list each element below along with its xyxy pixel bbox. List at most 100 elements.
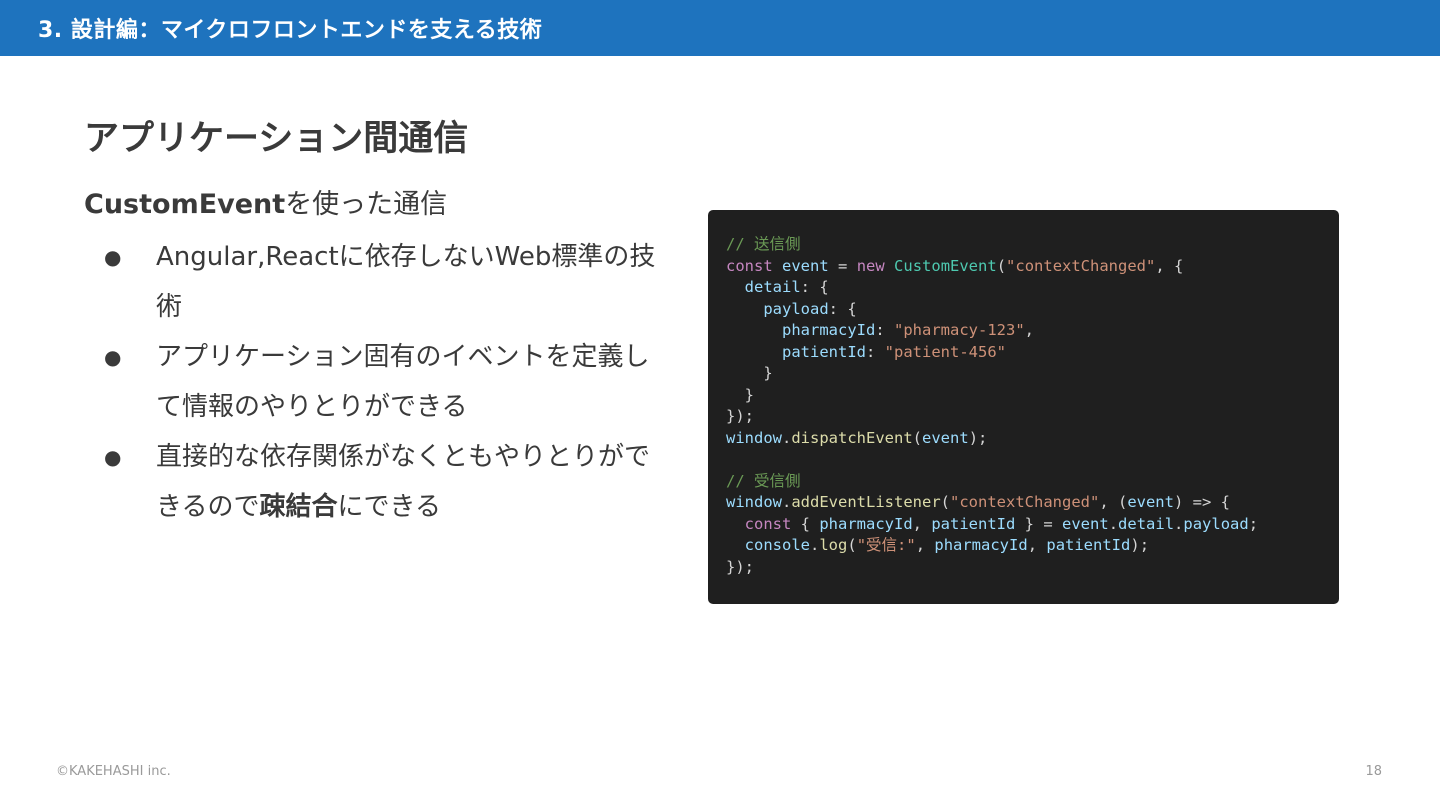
code-token: }); xyxy=(726,407,754,425)
code-token: } xyxy=(726,364,773,382)
bullet-dot: ● xyxy=(104,245,122,269)
code-token: patientId xyxy=(931,514,1016,533)
code-token: , xyxy=(1024,321,1034,339)
code-line: pharmacyId: "pharmacy-123", xyxy=(726,320,1321,342)
code-line: window.addEventListener("contextChanged"… xyxy=(726,492,1321,514)
code-line: } xyxy=(726,385,1321,407)
code-line: // 受信側 xyxy=(726,471,1321,493)
code-token: addEventListener xyxy=(791,493,941,511)
code-token: ( xyxy=(847,536,857,554)
code-token: event xyxy=(1062,514,1109,533)
code-token: detail xyxy=(744,278,801,296)
bullet-text-post: にできる xyxy=(337,492,441,522)
code-line: ​ xyxy=(726,449,1321,471)
code-token: , ( xyxy=(1099,493,1128,511)
code-token: . xyxy=(782,493,792,511)
code-token: event xyxy=(1127,493,1174,511)
code-token: . xyxy=(1108,514,1119,533)
code-token: payload xyxy=(1183,514,1249,533)
bullet-item: ● 直接的な依存関係がなくともやりとりができるので疎結合にできる xyxy=(104,432,674,532)
code-token: }); xyxy=(726,557,754,576)
footer-copyright: ©KAKEHASHI inc. xyxy=(56,764,171,779)
slide-title: アプリケーション間通信 xyxy=(84,119,469,159)
code-token: , { xyxy=(1155,256,1184,275)
code-token: dispatchEvent xyxy=(791,428,913,447)
code-token: ) => { xyxy=(1173,493,1230,511)
code-token: patientId xyxy=(782,342,866,361)
bullet-dot: ● xyxy=(104,345,122,369)
code-token: "pharmacy-123" xyxy=(894,321,1025,339)
bullet-text: Angular,Reactに依存しないWeb標準の技術 xyxy=(156,242,656,322)
code-token: log xyxy=(819,536,848,554)
code-token: ( xyxy=(940,493,950,511)
code-token: window xyxy=(726,493,782,511)
bullet-text-emphasis: 疎結合 xyxy=(259,492,338,522)
code-token: "受信:" xyxy=(856,536,916,554)
code-token: pharmacyId xyxy=(782,321,876,339)
code-token: window xyxy=(726,428,782,447)
code-token: patientId xyxy=(1046,536,1131,554)
code-line: }); xyxy=(726,406,1321,428)
header-bar: 3. 設計編：マイクロフロントエンドを支える技術 xyxy=(0,0,1440,56)
code-token: . xyxy=(1174,514,1184,533)
code-line: payload: { xyxy=(726,299,1321,321)
code-token: detail xyxy=(1118,514,1175,533)
code-token: // 送信側 xyxy=(726,235,801,253)
code-token: pharmacyId xyxy=(934,536,1028,554)
code-token: "contextChanged" xyxy=(950,493,1100,511)
bullet-text: アプリケーション固有のイベントを定義して情報のやりとりができる xyxy=(156,342,650,422)
bullet-dot: ● xyxy=(104,445,122,469)
code-token: . xyxy=(782,428,792,447)
code-token: = xyxy=(828,256,857,275)
code-token: event xyxy=(922,428,969,447)
code-token: , xyxy=(915,536,935,554)
bullet-item: ● アプリケーション固有のイベントを定義して情報のやりとりができる xyxy=(104,332,674,432)
code-block: // 送信側 const event = new CustomEvent("con… xyxy=(708,210,1339,604)
code-token: console xyxy=(744,536,810,554)
code-token: : { xyxy=(800,278,829,296)
code-token: "patient-456" xyxy=(884,342,1006,361)
subtitle-keyword: CustomEvent xyxy=(84,189,286,220)
code-content: // 送信側 const event = new CustomEvent("con… xyxy=(726,234,1321,578)
code-token: CustomEvent xyxy=(894,256,997,275)
code-token: : xyxy=(875,321,894,339)
code-line: patientId: "patient-456" xyxy=(726,342,1321,364)
code-line: } xyxy=(726,363,1321,385)
code-token: { xyxy=(791,514,820,533)
code-token: ); xyxy=(968,428,988,447)
slide-subtitle: CustomEventを使った通信 xyxy=(84,182,447,221)
code-line: }); xyxy=(726,557,1321,579)
code-token: ; xyxy=(1248,514,1259,533)
page-number: 18 xyxy=(1365,764,1382,779)
code-line: // 送信側 xyxy=(726,234,1321,256)
code-token: } = xyxy=(1015,514,1063,533)
code-token: payload xyxy=(763,299,829,318)
code-token: pharmacyId xyxy=(819,514,913,533)
code-token: : xyxy=(866,342,885,361)
code-token: , xyxy=(912,514,932,533)
code-token: "contextChanged" xyxy=(1006,256,1156,275)
bullet-list: ● Angular,Reactに依存しないWeb標準の技術 ● アプリケーション固有… xyxy=(104,232,674,532)
section-title: 3. 設計編：マイクロフロントエンドを支える技術 xyxy=(38,18,543,43)
code-line: const { pharmacyId, patientId } = event.… xyxy=(726,514,1321,536)
code-token: , xyxy=(1027,536,1047,554)
bullet-item: ● Angular,Reactに依存しないWeb標準の技術 xyxy=(104,232,674,332)
code-token: ); xyxy=(1130,536,1150,554)
code-line: console.log("受信:", pharmacyId, patientId… xyxy=(726,535,1321,557)
code-token: const xyxy=(726,256,773,275)
code-token: ( xyxy=(996,256,1007,275)
subtitle-rest: を使った通信 xyxy=(285,189,448,220)
code-token: } xyxy=(726,385,754,404)
code-token: . xyxy=(810,536,820,554)
code-line: const event = new CustomEvent("contextCh… xyxy=(726,256,1321,278)
code-token: event xyxy=(782,256,829,275)
code-token: ( xyxy=(912,428,923,447)
